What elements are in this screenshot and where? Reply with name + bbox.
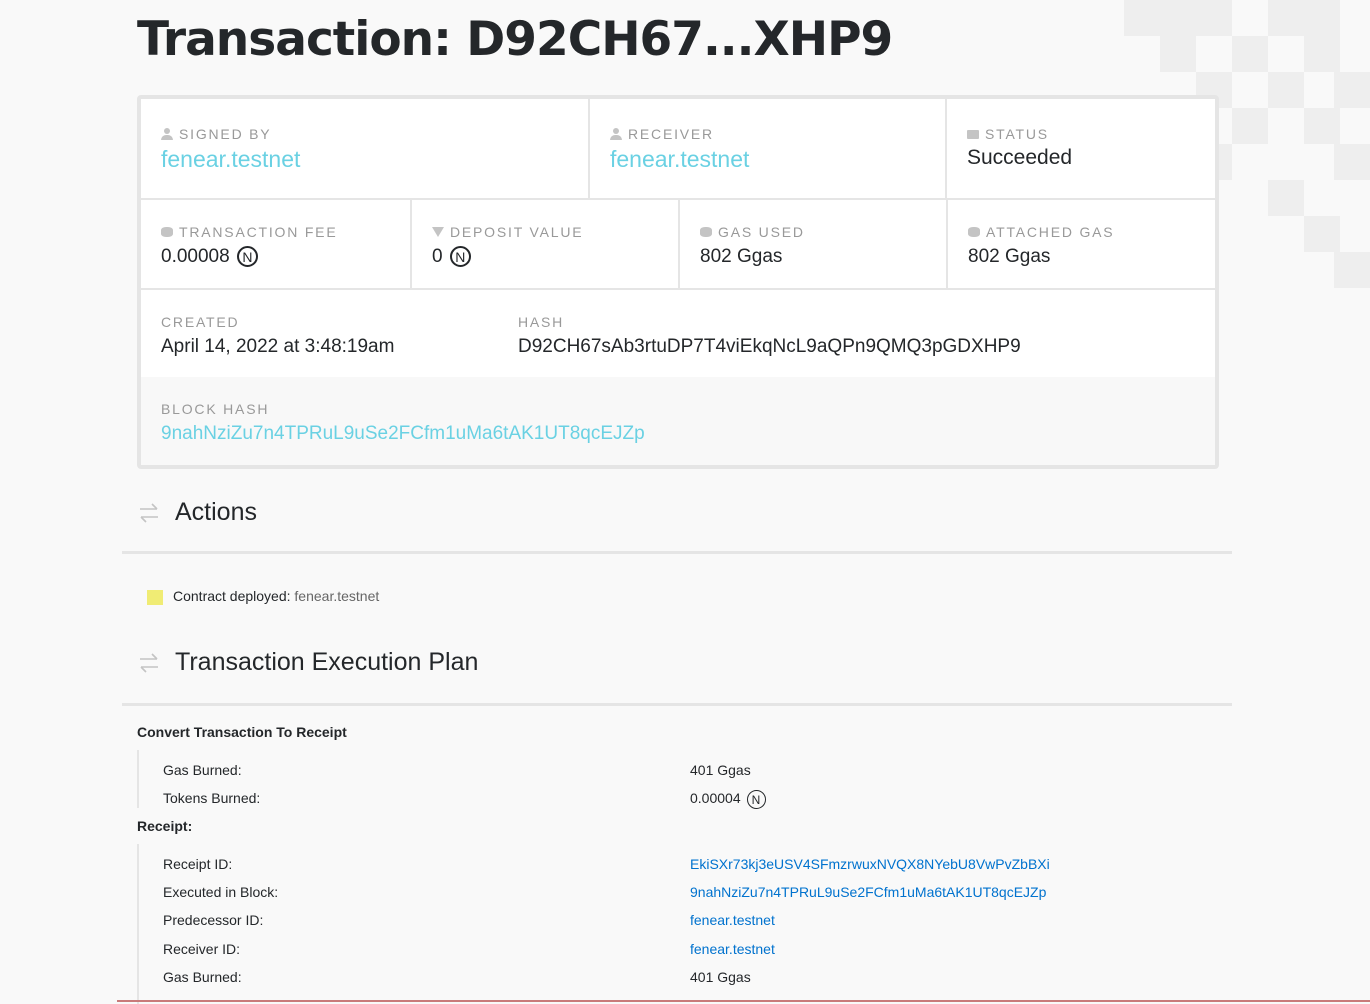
receipt-row: Receiver ID: fenear.testnet bbox=[137, 941, 1237, 969]
transfer-icon bbox=[140, 652, 158, 673]
receiver-label: RECEIVER bbox=[628, 126, 714, 142]
receipt-key: Receiver ID: bbox=[163, 941, 241, 957]
receipt-key: Predecessor ID: bbox=[163, 912, 264, 928]
deposit-value: 0 bbox=[432, 246, 443, 267]
hash-cell: HASH D92CH67sAb3rtuDP7T4viEkqNcL9aQPn9QM… bbox=[498, 290, 1215, 378]
transaction-fee-cell: TRANSACTION FEE 0.00008 N bbox=[141, 200, 411, 288]
gas-used-cell: GAS USED 802 Ggas bbox=[680, 200, 947, 288]
execution-plan-divider bbox=[122, 703, 1232, 706]
receipt-row: Gas Burned: 401 Ggas bbox=[137, 969, 1237, 997]
attached-gas-cell: ATTACHED GAS 802 Ggas bbox=[948, 200, 1215, 288]
receipt-value: 401 Ggas bbox=[690, 969, 751, 985]
person-icon bbox=[610, 128, 622, 140]
block-hash-link[interactable]: 9nahNziZu7n4TPRuL9uSe2FCfm1uMa6tAK1UT8qc… bbox=[161, 423, 645, 445]
transaction-info-card: SIGNED BY fenear.testnet RECEIVER fenear… bbox=[137, 95, 1219, 469]
contract-icon bbox=[147, 590, 163, 605]
status-value: Succeeded bbox=[967, 146, 1073, 169]
page-title: Transaction: D92CH67...XHP9 bbox=[137, 12, 893, 67]
receipt-row: Receipt ID: EkiSXr73kj3eUSV4SFmzrwuxNVQX… bbox=[137, 856, 1237, 884]
bottom-divider bbox=[117, 1000, 1370, 1002]
action-value: fenear.testnet bbox=[294, 587, 380, 604]
receipt-row: Predecessor ID: fenear.testnet bbox=[137, 912, 1237, 940]
gas-used-value: 802 Ggas bbox=[700, 246, 783, 267]
transfer-icon bbox=[140, 502, 158, 523]
signed-by-link[interactable]: fenear.testnet bbox=[161, 146, 589, 173]
receiver-cell: RECEIVER fenear.testnet bbox=[590, 99, 946, 198]
convert-row: Tokens Burned: 0.00004 N bbox=[137, 790, 1237, 818]
convert-row: Gas Burned: 401 Ggas bbox=[137, 762, 1237, 790]
block-hash-row: BLOCK HASH 9nahNziZu7n4TPRuL9uSe2FCfm1uM… bbox=[141, 377, 1215, 465]
receiver-id-link[interactable]: fenear.testnet bbox=[690, 941, 775, 957]
attached-gas-value: 802 Ggas bbox=[968, 246, 1051, 267]
hash-value: D92CH67sAb3rtuDP7T4viEkqNcL9aQPn9QMQ3pGD… bbox=[518, 336, 1021, 357]
deposit-value-cell: DEPOSIT VALUE 0 N bbox=[412, 200, 679, 288]
receipt-key: Receipt ID: bbox=[163, 856, 233, 872]
execution-plan-header: Transaction Execution Plan bbox=[137, 648, 478, 677]
receipt-key: Gas Burned: bbox=[163, 969, 242, 985]
created-value: April 14, 2022 at 3:48:19am bbox=[161, 336, 395, 357]
near-icon: N bbox=[449, 246, 471, 268]
transaction-fee-label: TRANSACTION FEE bbox=[179, 224, 338, 240]
database-icon bbox=[700, 226, 712, 238]
convert-key: Tokens Burned: bbox=[163, 790, 261, 806]
convert-value: 401 Ggas bbox=[690, 762, 751, 778]
hash-label: HASH bbox=[518, 314, 565, 330]
receiver-link[interactable]: fenear.testnet bbox=[610, 146, 946, 173]
created-cell: CREATED April 14, 2022 at 3:48:19am bbox=[141, 290, 498, 378]
signed-by-label: SIGNED BY bbox=[179, 126, 272, 142]
executed-block-link[interactable]: 9nahNziZu7n4TPRuL9uSe2FCfm1uMa6tAK1UT8qc… bbox=[690, 884, 1046, 900]
convert-value: 0.00004 bbox=[690, 790, 741, 807]
receipt-key: Executed in Block: bbox=[163, 884, 279, 900]
actions-heading: Actions bbox=[175, 498, 257, 526]
receipt-title: Receipt: bbox=[137, 818, 193, 834]
block-hash-label: BLOCK HASH bbox=[161, 401, 270, 417]
filter-icon bbox=[432, 227, 444, 237]
convert-title: Convert Transaction To Receipt bbox=[137, 724, 347, 740]
comment-icon bbox=[967, 129, 979, 139]
convert-key: Gas Burned: bbox=[163, 762, 242, 778]
created-label: CREATED bbox=[161, 314, 240, 330]
status-cell: STATUS Succeeded bbox=[947, 99, 1215, 198]
receipt-id-link[interactable]: EkiSXr73kj3eUSV4SFmzrwuxNVQX8NYebU8VwPvZ… bbox=[690, 856, 1050, 872]
actions-divider bbox=[122, 551, 1232, 554]
receipt-row: Executed in Block: 9nahNziZu7n4TPRuL9uSe… bbox=[137, 884, 1237, 912]
near-icon: N bbox=[746, 790, 766, 809]
execution-plan-heading: Transaction Execution Plan bbox=[175, 648, 479, 676]
block-hash-cell: BLOCK HASH 9nahNziZu7n4TPRuL9uSe2FCfm1uM… bbox=[141, 377, 645, 445]
gas-used-label: GAS USED bbox=[718, 224, 805, 240]
action-item: Contract deployed: fenear.testnet bbox=[147, 586, 379, 605]
signed-by-cell: SIGNED BY fenear.testnet bbox=[141, 99, 589, 198]
near-icon: N bbox=[236, 246, 258, 268]
status-label: STATUS bbox=[985, 126, 1049, 142]
predecessor-link[interactable]: fenear.testnet bbox=[690, 912, 775, 928]
database-icon bbox=[161, 226, 173, 238]
person-icon bbox=[161, 128, 173, 140]
action-label: Contract deployed: bbox=[173, 587, 291, 604]
transaction-fee-value: 0.00008 bbox=[161, 246, 230, 267]
deposit-value-label: DEPOSIT VALUE bbox=[450, 224, 584, 240]
database-icon bbox=[968, 226, 980, 238]
execution-plan: Convert Transaction To Receipt Gas Burne… bbox=[137, 724, 1237, 1004]
actions-header: Actions bbox=[137, 498, 257, 527]
attached-gas-label: ATTACHED GAS bbox=[986, 224, 1115, 240]
